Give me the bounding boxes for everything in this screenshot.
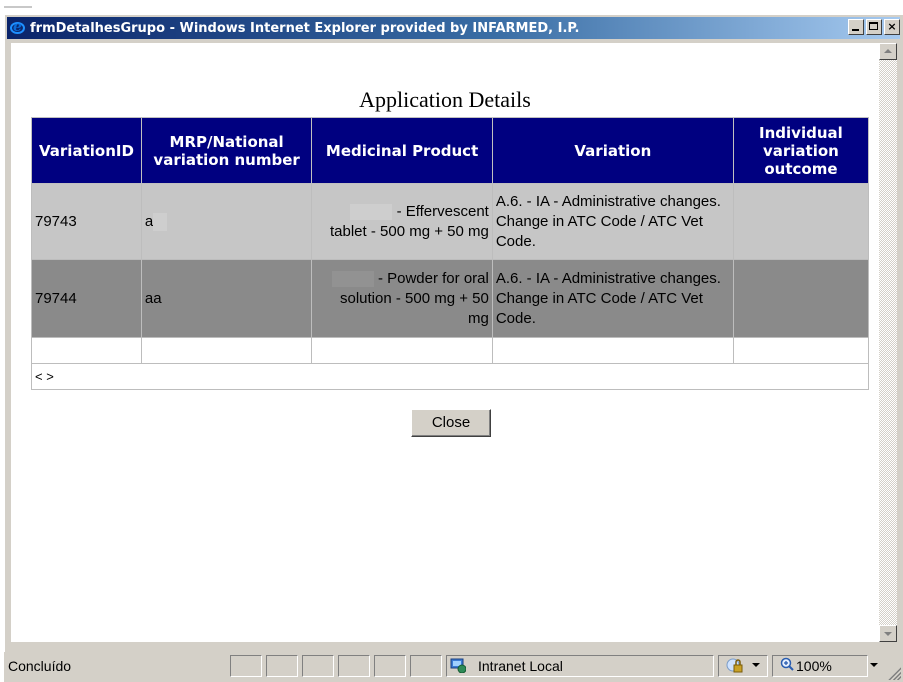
header-outcome[interactable]: Individual variation outcome — [732, 117, 870, 184]
cell-medicinal-product: - Effervescent tablet - 500 mg + 50 mg — [311, 183, 493, 260]
mrp-value: a — [144, 212, 154, 230]
status-cell — [338, 655, 370, 677]
cell-variation: A.6. - IA - Administrative changes. Chan… — [491, 183, 734, 260]
header-mrp-number[interactable]: MRP/National variation number — [140, 117, 313, 184]
status-bar: Concluído Intranet Local 100% — [4, 652, 903, 682]
zoom-icon — [780, 657, 794, 671]
application-details-table: VariationID MRP/National variation numbe… — [31, 117, 870, 390]
redacted-mark — [331, 270, 374, 287]
redacted-mark — [350, 203, 393, 220]
status-text: Concluído — [8, 658, 72, 674]
cell-outcome — [732, 259, 870, 338]
pager-row: < > — [31, 363, 869, 390]
resize-grip-icon[interactable] — [887, 666, 901, 680]
scroll-up-icon[interactable] — [879, 43, 897, 60]
browser-window: e frmDetalhesGrupo - Windows Internet Ex… — [4, 14, 903, 682]
maximize-button[interactable] — [866, 19, 882, 35]
window-controls: × — [846, 19, 900, 35]
ie-icon: e — [9, 19, 27, 37]
cell-variation-id: 79743 — [31, 183, 142, 260]
window-title: frmDetalhesGrupo - Windows Internet Expl… — [30, 20, 580, 36]
lock-icon — [726, 658, 743, 673]
status-cell — [230, 655, 262, 677]
status-cell — [374, 655, 406, 677]
close-window-button[interactable]: × — [884, 19, 900, 35]
table-header-row: VariationID MRP/National variation numbe… — [31, 117, 870, 184]
top-strip — [0, 0, 903, 14]
chevron-down-icon[interactable] — [870, 663, 878, 667]
vertical-scrollbar[interactable] — [879, 43, 897, 642]
minimize-button[interactable] — [848, 19, 864, 35]
header-variation-id[interactable]: VariationID — [31, 117, 142, 184]
page-content: Application Details VariationID MRP/Nati… — [11, 43, 879, 642]
status-cell — [266, 655, 298, 677]
empty-row — [31, 337, 870, 364]
cell-variation: A.6. - IA - Administrative changes. Chan… — [491, 259, 734, 338]
cell-mrp-number: a — [140, 183, 313, 260]
cell-medicinal-product: - Powder for oral solution - 500 mg + 50… — [311, 259, 493, 338]
table-row[interactable]: 79744 aa - Powder for oral solution - 50… — [31, 259, 870, 338]
header-variation[interactable]: Variation — [491, 117, 734, 184]
top-mark — [4, 6, 32, 8]
header-medicinal-product[interactable]: Medicinal Product — [311, 117, 493, 184]
zone-text: Intranet Local — [478, 658, 563, 674]
cell-variation-id: 79744 — [31, 259, 142, 338]
redacted-mark — [153, 212, 168, 231]
cell-mrp-number: aa — [140, 259, 313, 338]
scroll-down-icon[interactable] — [879, 625, 897, 642]
close-button[interactable]: Close — [411, 409, 491, 437]
page-title: Application Details — [359, 87, 531, 112]
table-row[interactable]: 79743 a - Effervescent tablet - 500 mg +… — [31, 183, 870, 260]
chevron-down-icon[interactable] — [752, 663, 760, 667]
zoom-level: 100% — [796, 658, 832, 674]
status-cell — [410, 655, 442, 677]
cell-outcome — [732, 183, 870, 260]
status-cell — [302, 655, 334, 677]
intranet-zone-icon — [450, 658, 466, 673]
pager-links[interactable]: < > — [31, 363, 869, 390]
title-bar[interactable]: e frmDetalhesGrupo - Windows Internet Ex… — [7, 17, 900, 39]
